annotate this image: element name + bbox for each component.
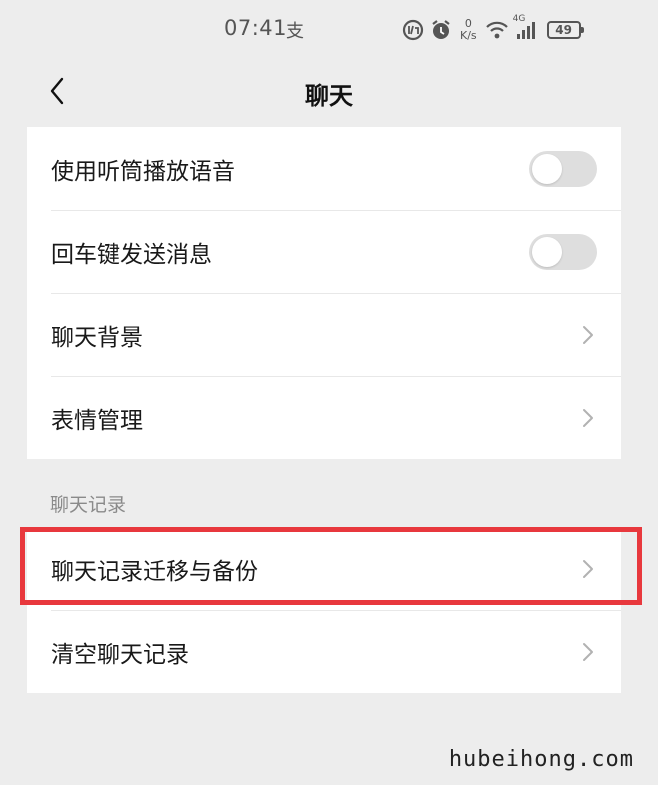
toggle-knob [532,236,562,267]
setting-chat-background[interactable]: 聊天背景 [27,293,621,376]
screen: 07:41 支 0 K/s 4G 49 聊天 使用听筒播放语音 回车键发送消息 … [0,0,658,785]
toggle-knob [532,153,562,184]
cell-label: 聊天记录迁移与备份 [51,558,258,585]
settings-group: 使用听筒播放语音 回车键发送消息 聊天背景 表情管理 [27,127,621,459]
setting-sticker-management[interactable]: 表情管理 [27,376,621,459]
network-type: 4G [512,14,526,24]
battery-level: 49 [555,23,572,37]
watermark: hubeihong.com [448,747,634,772]
alipay-icon: 支 [286,21,304,42]
status-bar: 07:41 支 0 K/s 4G 49 [0,0,658,60]
net-speed-unit: K/s [460,29,477,42]
status-time: 07:41 [224,16,288,40]
section-title-chat-history: 聊天记录 [50,494,127,516]
cell-label: 回车键发送消息 [51,241,212,268]
setting-migrate-backup[interactable]: 聊天记录迁移与备份 [27,527,621,610]
enter-to-send-toggle[interactable] [529,233,597,270]
chat-history-group: 聊天记录迁移与备份 清空聊天记录 [27,527,621,693]
nav-bar: 聊天 [0,60,658,126]
earpiece-playback-toggle[interactable] [529,150,597,187]
net-speed: 0 K/s [460,18,477,42]
chevron-right-icon [581,641,595,663]
alarm-icon [430,19,452,41]
setting-clear-history[interactable]: 清空聊天记录 [27,610,621,693]
setting-earpiece-playback[interactable]: 使用听筒播放语音 [27,127,621,210]
chevron-right-icon [581,324,595,346]
chevron-right-icon [581,558,595,580]
data-saver-icon [402,19,424,41]
cell-label: 表情管理 [51,407,143,434]
page-title: 聊天 [305,82,353,110]
wifi-icon [485,20,509,40]
battery-icon: 49 [546,21,584,39]
cell-label: 使用听筒播放语音 [51,158,235,185]
chevron-right-icon [581,407,595,429]
status-icons: 0 K/s 4G 49 [402,14,584,46]
cell-label: 聊天背景 [51,324,143,351]
setting-enter-to-send[interactable]: 回车键发送消息 [27,210,621,293]
cellular-signal-icon: 4G [513,14,537,40]
cell-label: 清空聊天记录 [51,641,189,668]
